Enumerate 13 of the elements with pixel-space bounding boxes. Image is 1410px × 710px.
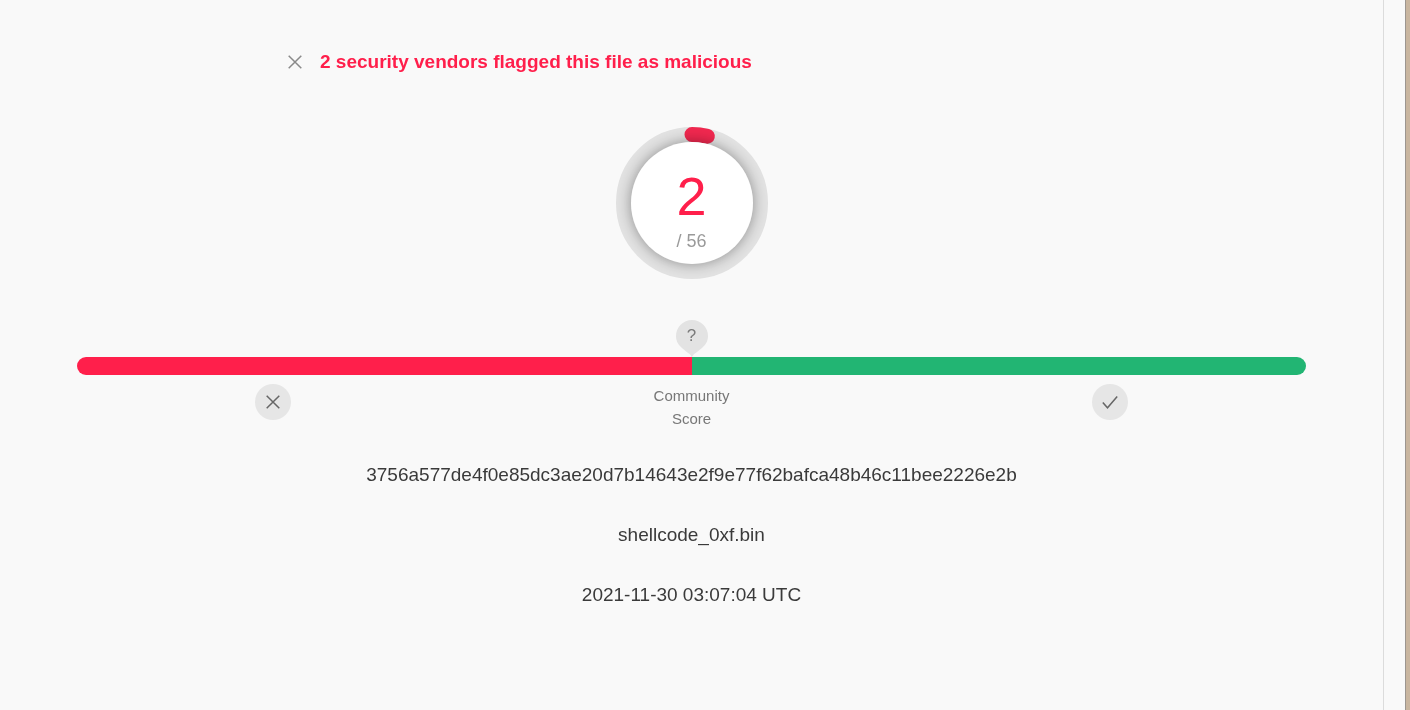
check-icon <box>1102 395 1118 409</box>
community-score-label: Community Score <box>652 386 731 429</box>
file-name: shellcode_0xf.bin <box>618 523 765 547</box>
x-icon <box>266 395 280 409</box>
check-button[interactable] <box>1092 384 1128 420</box>
detection-count: 2 <box>676 170 707 222</box>
x-button[interactable] <box>255 384 291 420</box>
score-marker: ? <box>675 320 708 357</box>
engine-total: / 56 <box>676 230 707 252</box>
alert-message: 2 security vendors flagged this file as malicious <box>320 50 752 74</box>
scan-date: 2021-11-30 03:07:04 UTC <box>581 583 802 607</box>
file-hash: 3756a577de4f0e85dc3ae20d7b14643e2f9e77f62bafca48b46c11bee2226e2b <box>366 463 1017 487</box>
x-icon <box>288 55 302 69</box>
